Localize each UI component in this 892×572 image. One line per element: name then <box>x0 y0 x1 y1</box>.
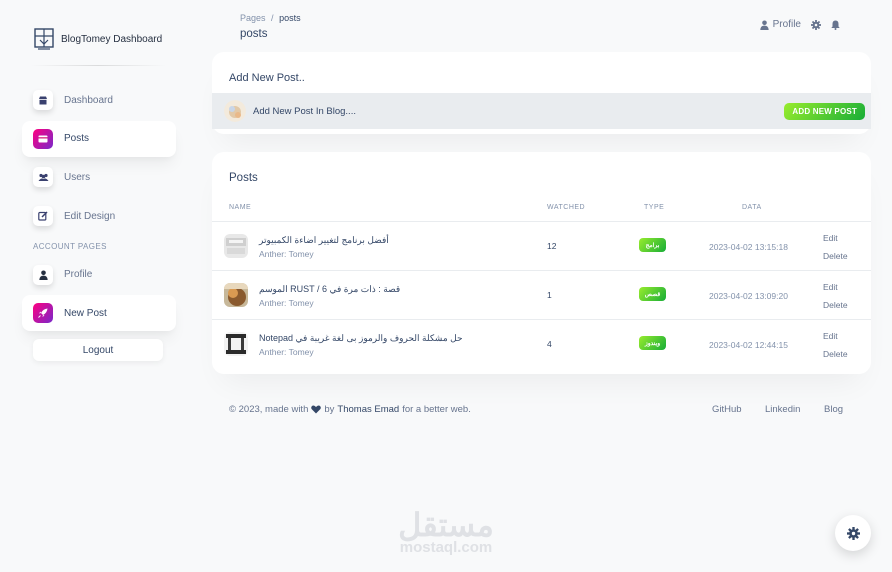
sidebar-nav: Dashboard Posts Users Edit Design ACCOUN… <box>22 82 176 332</box>
post-date: 2023-04-02 12:44:15 <box>709 340 788 350</box>
logout-button[interactable]: Logout <box>33 339 163 362</box>
table-row: أفضل برنامج لتغيير اضاءة الكمبيوتر Anthe… <box>212 222 871 271</box>
section-title-account-pages: ACCOUNT PAGES <box>33 241 107 251</box>
brand-logo-icon <box>34 28 54 50</box>
sidebar-item-profile[interactable]: Profile <box>22 257 176 293</box>
shop-icon <box>33 90 53 110</box>
watched-count: 1 <box>547 290 552 300</box>
sidebar-item-label: New Post <box>64 307 107 319</box>
table-row: حل مشكلة الحروف والرموز بى لغة غريبة في … <box>212 320 871 369</box>
watermark: مستقل mostaql.com <box>390 507 502 556</box>
delete-link[interactable]: Delete <box>823 349 848 359</box>
edit-link[interactable]: Edit <box>823 233 838 243</box>
sidebar-divider <box>30 65 166 66</box>
rocket-icon <box>33 303 53 324</box>
post-author: Anther: Tomey <box>259 298 314 308</box>
post-title[interactable]: قصة : ذات مرة في RUST / 6 الموسم <box>259 284 400 295</box>
column-header-type: TYPE <box>644 204 665 211</box>
delete-link[interactable]: Delete <box>823 300 848 310</box>
profile-label: Profile <box>772 19 801 30</box>
post-title[interactable]: حل مشكلة الحروف والرموز بى لغة غريبة في … <box>259 333 463 344</box>
breadcrumb-current: posts <box>279 13 301 23</box>
footer-link-blog[interactable]: Blog <box>824 404 843 415</box>
type-badge: ويندوز <box>639 336 666 350</box>
edit-link[interactable]: Edit <box>823 331 838 341</box>
gear-icon <box>846 526 860 540</box>
user-icon <box>33 264 53 285</box>
new-post-prompt: Add New Post In Blog.... <box>253 105 356 117</box>
new-post-bar[interactable]: Add New Post In Blog.... ADD NEW POST <box>212 93 871 129</box>
footer-prefix: © 2023, made with <box>229 404 309 415</box>
edit-link[interactable]: Edit <box>823 282 838 292</box>
sidebar-item-label: Dashboard <box>64 94 113 106</box>
sidebar-item-label: Posts <box>64 133 90 145</box>
footer-link-linkedin[interactable]: Linkedin <box>765 404 800 415</box>
sidebar-item-label: Profile <box>64 269 93 281</box>
card-title: Posts <box>229 172 258 184</box>
floating-settings-button[interactable] <box>835 515 871 551</box>
watermark-logo: مستقل <box>398 507 494 543</box>
footer-credit: © 2023, made with by Thomas Emad for a b… <box>229 404 471 415</box>
breadcrumb-separator: / <box>271 13 274 23</box>
post-date: 2023-04-02 13:15:18 <box>709 242 788 252</box>
post-thumbnail <box>224 234 248 258</box>
sidebar-item-posts[interactable]: Posts <box>22 120 176 157</box>
watched-count: 12 <box>547 241 557 251</box>
sidebar-item-new-post[interactable]: New Post <box>22 295 176 332</box>
column-header-name: NAME <box>229 204 252 211</box>
table-row: قصة : ذات مرة في RUST / 6 الموسم Anther:… <box>212 271 871 320</box>
brand-name: BlogTomey Dashboard <box>61 33 163 45</box>
sidebar-item-label: Edit Design <box>64 210 116 222</box>
posts-table-card: Posts NAME WATCHED TYPE DATA أفضل برنامج… <box>212 152 871 374</box>
sidebar: BlogTomey Dashboard Dashboard Posts User… <box>22 24 176 362</box>
breadcrumb-root[interactable]: Pages <box>240 13 266 23</box>
top-nav-actions: Profile <box>750 19 840 30</box>
post-date: 2023-04-02 13:09:20 <box>709 291 788 301</box>
sidebar-item-users[interactable]: Users <box>22 159 176 195</box>
post-thumbnail <box>224 332 248 356</box>
bell-icon <box>831 20 840 30</box>
gear-icon <box>811 19 821 30</box>
add-new-post-button[interactable]: ADD NEW POST <box>784 103 865 120</box>
post-author: Anther: Tomey <box>259 347 314 357</box>
add-new-post-card: Add New Post.. Add New Post In Blog.... … <box>212 52 871 134</box>
footer-by: by <box>324 404 335 415</box>
column-header-watched: WATCHED <box>547 204 586 211</box>
profile-link[interactable]: Profile <box>759 19 801 30</box>
watermark-site: mostaql.com <box>399 539 493 556</box>
user-icon <box>759 20 769 30</box>
type-badge: برامج <box>639 238 666 252</box>
footer-suffix: for a better web. <box>402 404 471 415</box>
post-author: Anther: Tomey <box>259 249 314 259</box>
footer-author-link[interactable]: Thomas Emad <box>337 404 399 415</box>
avatar <box>224 100 246 122</box>
post-title[interactable]: أفضل برنامج لتغيير اضاءة الكمبيوتر <box>259 235 389 246</box>
page-title: posts <box>240 28 268 40</box>
edit-icon <box>33 206 53 227</box>
settings-button[interactable] <box>811 19 821 30</box>
post-thumbnail <box>224 283 248 307</box>
delete-link[interactable]: Delete <box>823 251 848 261</box>
users-icon <box>33 167 53 188</box>
brand[interactable]: BlogTomey Dashboard <box>22 24 176 54</box>
sidebar-item-dashboard[interactable]: Dashboard <box>22 82 176 118</box>
card-icon <box>33 128 53 149</box>
watched-count: 4 <box>547 339 552 349</box>
heart-icon <box>311 405 322 414</box>
type-badge: قصص <box>639 287 666 301</box>
card-title: Add New Post.. <box>229 72 305 84</box>
column-header-data: DATA <box>742 204 762 211</box>
sidebar-item-edit-design[interactable]: Edit Design <box>22 198 176 234</box>
breadcrumb: Pages / posts <box>240 13 301 23</box>
sidebar-item-label: Users <box>64 171 91 183</box>
notifications-button[interactable] <box>831 20 840 30</box>
footer-link-github[interactable]: GitHub <box>712 404 742 415</box>
